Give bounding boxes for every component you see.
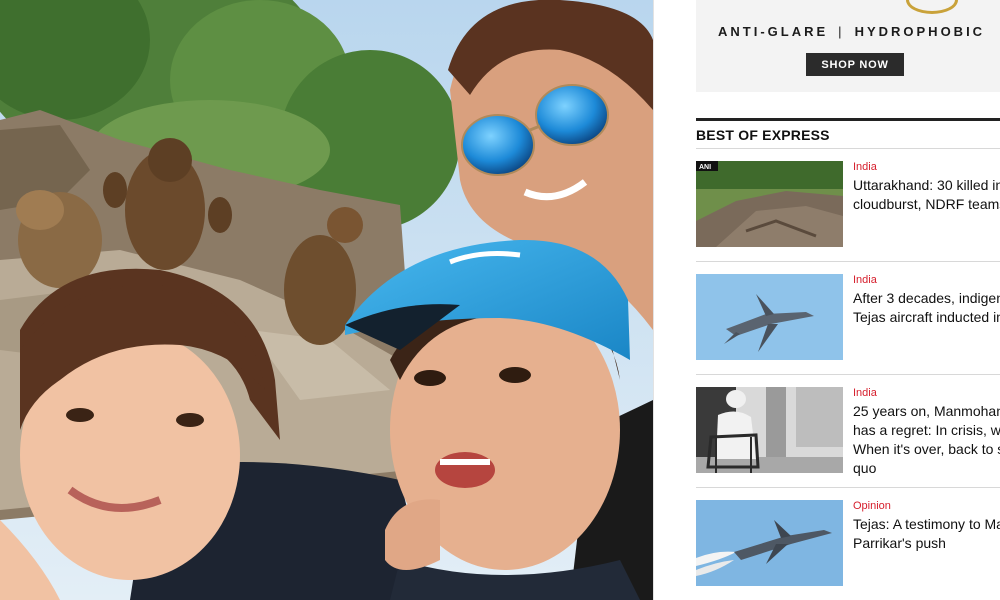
section-title: BEST OF EXPRESS [696, 127, 830, 143]
story-item[interactable]: Opinion Tejas: A testimony to Manohar Pa… [696, 488, 1000, 600]
advertisement-banner[interactable]: ANTI-GLARE | HYDROPHOBIC SHOP NOW [696, 0, 1000, 92]
story-item[interactable]: India 25 years on, Manmohan Singh has a … [696, 375, 1000, 488]
story-thumbnail-landslide[interactable]: ANI [696, 161, 843, 247]
agency-badge: ANI [699, 164, 711, 171]
story-thumbnail-manmohan-singh[interactable] [696, 387, 843, 473]
story-item[interactable]: ANI India Uttarakhand: 30 killed in clou… [696, 149, 1000, 262]
story-headline[interactable]: Tejas: A testimony to Manohar Parrikar's… [853, 515, 1000, 553]
ad-tagline: ANTI-GLARE | HYDROPHOBIC [718, 24, 985, 39]
sidebar: ANTI-GLARE | HYDROPHOBIC SHOP NOW BEST OF … [654, 0, 1000, 600]
section-top-rule [696, 118, 1000, 121]
story-category[interactable]: India [853, 387, 877, 399]
shop-now-button[interactable]: SHOP NOW [806, 53, 904, 76]
story-headline[interactable]: Uttarakhand: 30 killed in cloudburst, ND… [853, 176, 1000, 214]
ad-tagline-separator: | [838, 24, 845, 39]
story-thumbnail-tejas-flypast[interactable] [696, 500, 843, 586]
story-headline[interactable]: 25 years on, Manmohan Singh has a regret… [853, 402, 1000, 478]
story-thumbnail-tejas-aircraft[interactable] [696, 274, 843, 360]
ad-tagline-left: ANTI-GLARE [718, 24, 829, 39]
ad-tagline-right: HYDROPHOBIC [854, 24, 986, 39]
story-item[interactable]: India After 3 decades, indigenous Tejas … [696, 262, 1000, 375]
story-category[interactable]: India [853, 274, 877, 286]
story-category[interactable]: Opinion [853, 500, 891, 512]
story-category[interactable]: India [853, 161, 877, 173]
sunglasses-frame-image [906, 0, 958, 14]
main-photo [0, 0, 653, 600]
story-headline[interactable]: After 3 decades, indigenous Tejas aircra… [853, 289, 1000, 327]
